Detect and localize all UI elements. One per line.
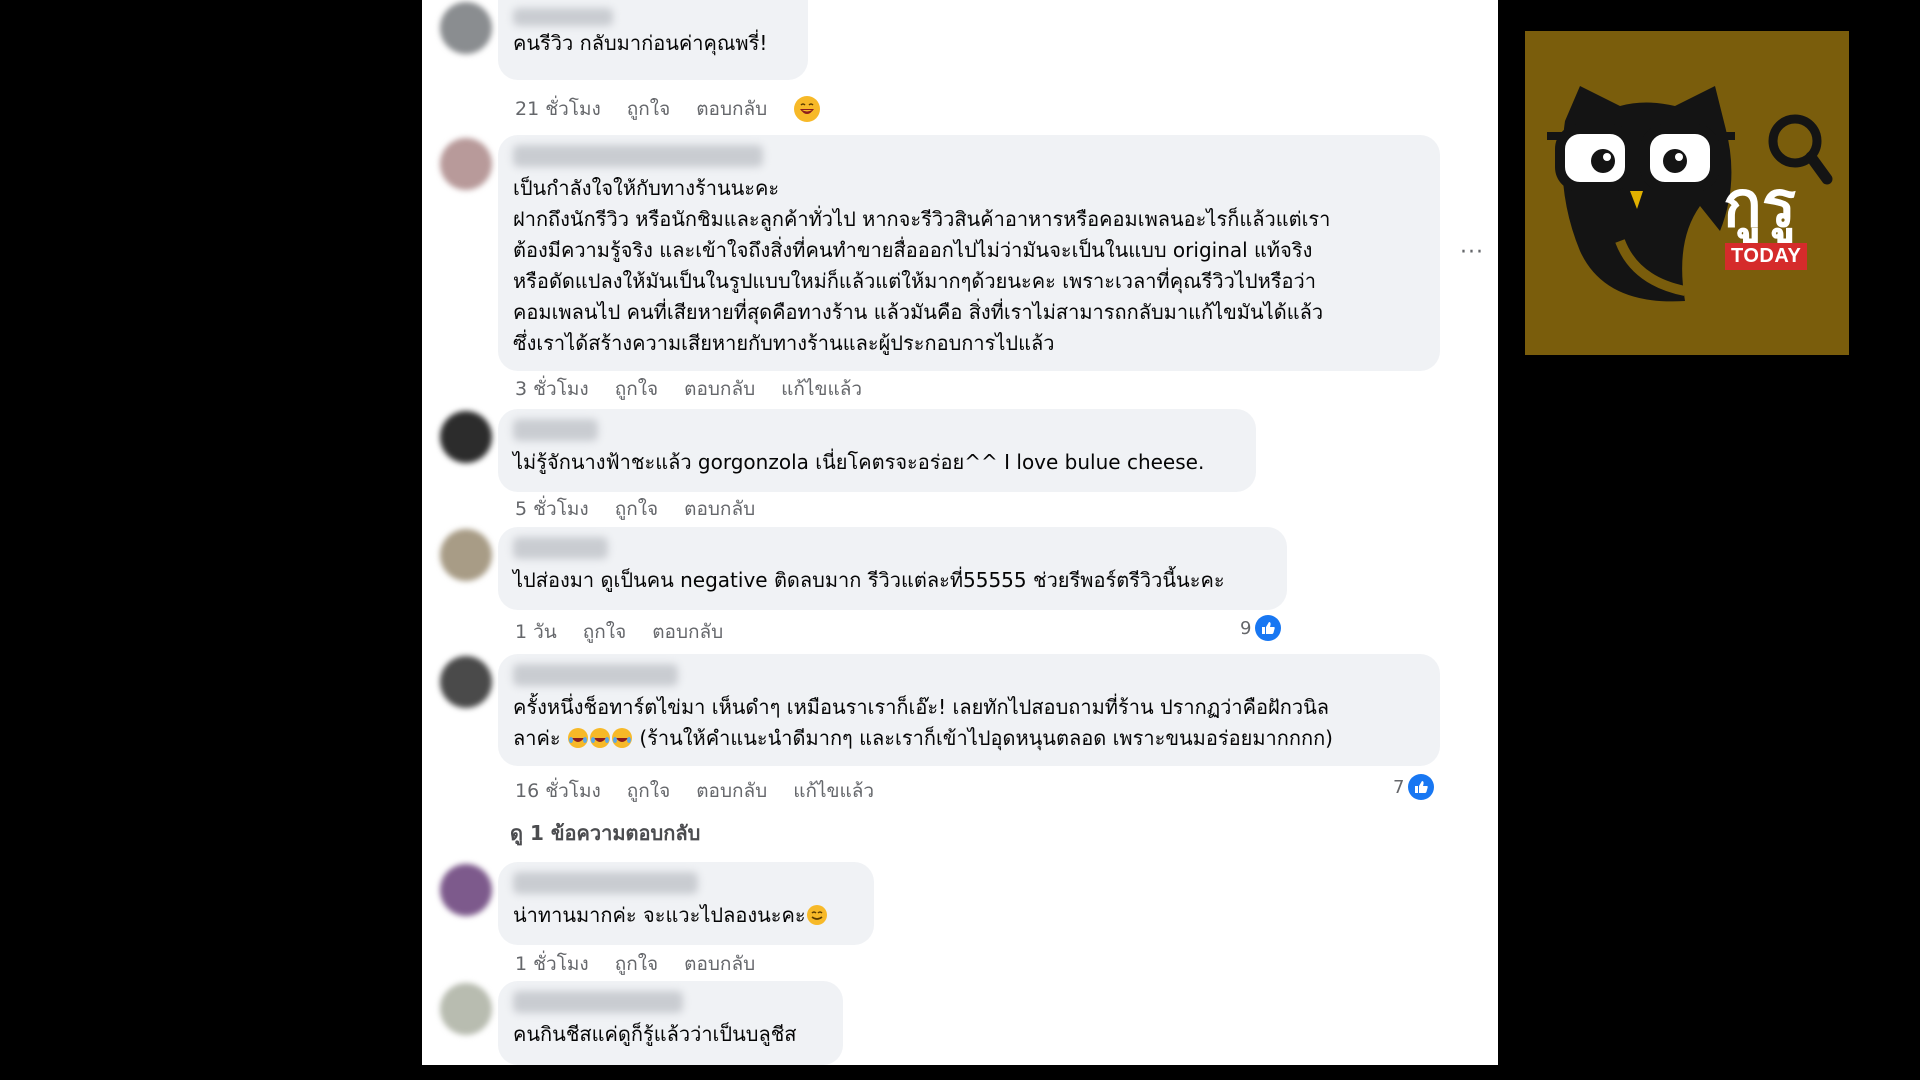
comment-bubble: คนกินชีสแค่ดูก็รู้แล้วว่าเป็นบลูชีส (498, 981, 843, 1065)
comment-text: น่าทานมากค่ะ จะแวะไปลองนะคะ (513, 900, 859, 931)
comments-panel: คนรีวิว กลับมาก่อนค่าคุณพรี่! 21 ชั่วโมง… (422, 0, 1498, 1065)
laughing-emoji-icon (589, 728, 610, 748)
comment-text: ไปส่องมา ดูเป็นคน negative ติดลบมาก รีวิ… (513, 568, 1225, 592)
guru-today-logo: กูรู TODAY (1525, 31, 1849, 355)
like-action[interactable]: ถูกใจ (583, 617, 626, 647)
avatar[interactable] (440, 864, 492, 916)
comment-text: เป็นกำลังใจให้กับทางร้านนะคะ ฝากถึงนักรี… (513, 176, 1331, 355)
like-action[interactable]: ถูกใจ (615, 494, 658, 524)
comment-time[interactable]: 1 วัน (515, 617, 557, 647)
avatar[interactable] (440, 2, 492, 54)
comment-text: คนรีวิว กลับมาก่อนค่าคุณพรี่! (513, 31, 768, 55)
comment-text-line: น่าทานมากค่ะ จะแวะไปลองนะคะ (513, 903, 806, 927)
comment-bubble: คนรีวิว กลับมาก่อนค่าคุณพรี่! (498, 0, 808, 80)
comment-author-blurred[interactable] (513, 419, 598, 441)
today-badge: TODAY (1725, 243, 1808, 270)
comment-bubble: เป็นกำลังใจให้กับทางร้านนะคะ ฝากถึงนักรี… (498, 135, 1440, 371)
logo-wordmark: กูรู (1723, 168, 1797, 242)
reaction-count[interactable]: 9 (1240, 615, 1282, 641)
laughing-emoji-icon (567, 728, 588, 748)
laughing-emoji-icon[interactable] (793, 95, 821, 123)
comment-actions: 1 วัน ถูกใจ ตอบกลับ (515, 617, 723, 647)
comment-author-blurred[interactable] (513, 664, 678, 686)
comment-text-line: ครั้งหนึ่งช็อทาร์ตไข่มา เห็นดำๆ เหมือนรา… (513, 695, 1330, 719)
avatar[interactable] (440, 529, 492, 581)
comment-text: ครั้งหนึ่งช็อทาร์ตไข่มา เห็นดำๆ เหมือนรา… (513, 692, 1425, 754)
more-options-icon[interactable]: ··· (1460, 240, 1484, 265)
like-action[interactable]: ถูกใจ (627, 776, 670, 806)
avatar[interactable] (440, 983, 492, 1035)
view-replies-link[interactable]: ดู 1 ข้อความตอบกลับ (510, 817, 700, 849)
comment-actions: 1 ชั่วโมง ถูกใจ ตอบกลับ (515, 949, 755, 979)
comment-text: ไม่รู้จักนางฟ้าชะแล้ว gorgonzola เนี่ยโค… (513, 450, 1205, 474)
like-count: 7 (1393, 776, 1405, 798)
like-count: 9 (1240, 617, 1252, 639)
comment-actions: 3 ชั่วโมง ถูกใจ ตอบกลับ แก้ไขแล้ว (515, 374, 862, 404)
comment-actions: 21 ชั่วโมง ถูกใจ ตอบกลับ (515, 94, 821, 124)
thumbs-up-icon (1408, 774, 1435, 800)
like-action[interactable]: ถูกใจ (627, 94, 670, 124)
edited-label: แก้ไขแล้ว (781, 378, 863, 400)
reply-action[interactable]: ตอบกลับ (696, 776, 767, 806)
like-action[interactable]: ถูกใจ (615, 949, 658, 979)
owl-with-glasses-icon (1547, 86, 1833, 302)
comment-author-blurred[interactable] (513, 8, 613, 26)
reply-action[interactable]: ตอบกลับ (684, 374, 755, 404)
reply-action[interactable]: ตอบกลับ (696, 94, 767, 124)
smiling-emoji-icon (806, 905, 827, 925)
avatar[interactable] (440, 138, 492, 190)
comment-text-line: ลาค่ะ (513, 726, 567, 750)
avatar[interactable] (440, 656, 492, 708)
comment-text: คนกินชีสแค่ดูก็รู้แล้วว่าเป็นบลูชีส (513, 1022, 797, 1046)
edited-label: แก้ไขแล้ว (793, 780, 875, 802)
comment-time[interactable]: 3 ชั่วโมง (515, 374, 589, 404)
reply-action[interactable]: ตอบกลับ (684, 949, 755, 979)
reaction-count[interactable]: 7 (1393, 774, 1435, 800)
comment-time[interactable]: 21 ชั่วโมง (515, 94, 601, 124)
thumbs-up-icon (1255, 615, 1282, 641)
like-action[interactable]: ถูกใจ (615, 374, 658, 404)
comment-time[interactable]: 16 ชั่วโมง (515, 776, 601, 806)
comment-text-line: (ร้านให้คำแนะนำดีมากๆ และเราก็เข้าไปอุดห… (632, 726, 1333, 750)
laughing-emoji-icon (611, 728, 632, 748)
comment-time[interactable]: 5 ชั่วโมง (515, 494, 589, 524)
comment-bubble: ไปส่องมา ดูเป็นคน negative ติดลบมาก รีวิ… (498, 527, 1287, 610)
comment-bubble: ไม่รู้จักนางฟ้าชะแล้ว gorgonzola เนี่ยโค… (498, 409, 1256, 492)
avatar[interactable] (440, 411, 492, 463)
comment-author-blurred[interactable] (513, 537, 608, 559)
comment-bubble: ครั้งหนึ่งช็อทาร์ตไข่มา เห็นดำๆ เหมือนรา… (498, 654, 1440, 766)
comment-author-blurred[interactable] (513, 872, 698, 894)
comment-actions: 5 ชั่วโมง ถูกใจ ตอบกลับ (515, 494, 755, 524)
reply-action[interactable]: ตอบกลับ (684, 494, 755, 524)
comment-author-blurred[interactable] (513, 991, 683, 1013)
comment-time[interactable]: 1 ชั่วโมง (515, 949, 589, 979)
comment-bubble: น่าทานมากค่ะ จะแวะไปลองนะคะ (498, 862, 874, 945)
reply-action[interactable]: ตอบกลับ (652, 617, 723, 647)
comment-author-blurred[interactable] (513, 145, 763, 167)
comment-actions: 16 ชั่วโมง ถูกใจ ตอบกลับ แก้ไขแล้ว (515, 776, 874, 806)
